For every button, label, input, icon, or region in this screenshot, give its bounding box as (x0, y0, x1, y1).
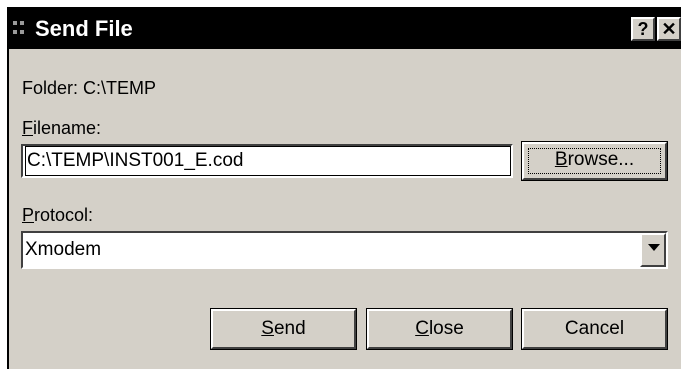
protocol-selected-value: Xmodem (25, 239, 102, 260)
filename-label-rest: ilename: (33, 118, 102, 138)
close-label-rest: lose (428, 318, 464, 339)
close-window-button[interactable]: ✕ (657, 17, 681, 41)
close-button[interactable]: Close (366, 308, 513, 350)
send-label-rest: end (273, 318, 306, 339)
filename-value: C:\TEMP\INST001_E.cod (25, 146, 511, 176)
protocol-label: Protocol: (22, 204, 93, 226)
filename-label: Filename: (22, 117, 101, 139)
chevron-down-icon[interactable] (640, 233, 666, 267)
title-bar[interactable]: Send File ? ✕ (9, 9, 681, 49)
send-button[interactable]: Send (210, 308, 357, 350)
browse-button[interactable]: Browse... (521, 141, 668, 181)
folder-text: Folder: C:\TEMP (22, 78, 157, 98)
window-title: Send File (35, 16, 133, 41)
protocol-label-rest: rotocol: (34, 205, 94, 225)
protocol-label-mnemonic: P (22, 205, 35, 225)
cancel-button[interactable]: Cancel (521, 308, 668, 350)
close-label-mnemonic: C (415, 318, 429, 339)
send-label-mnemonic: S (261, 318, 274, 339)
send-file-dialog: Send File ? ✕ Folder: C:\TEMP Filename: … (7, 7, 681, 369)
protocol-dropdown[interactable]: Xmodem (21, 231, 668, 269)
system-menu-icon[interactable] (13, 21, 27, 37)
filename-input[interactable]: C:\TEMP\INST001_E.cod (21, 144, 513, 178)
help-button[interactable]: ? (631, 17, 655, 41)
focus-rectangle (528, 148, 661, 174)
filename-label-mnemonic: F (22, 118, 33, 138)
close-icon: ✕ (661, 19, 677, 39)
